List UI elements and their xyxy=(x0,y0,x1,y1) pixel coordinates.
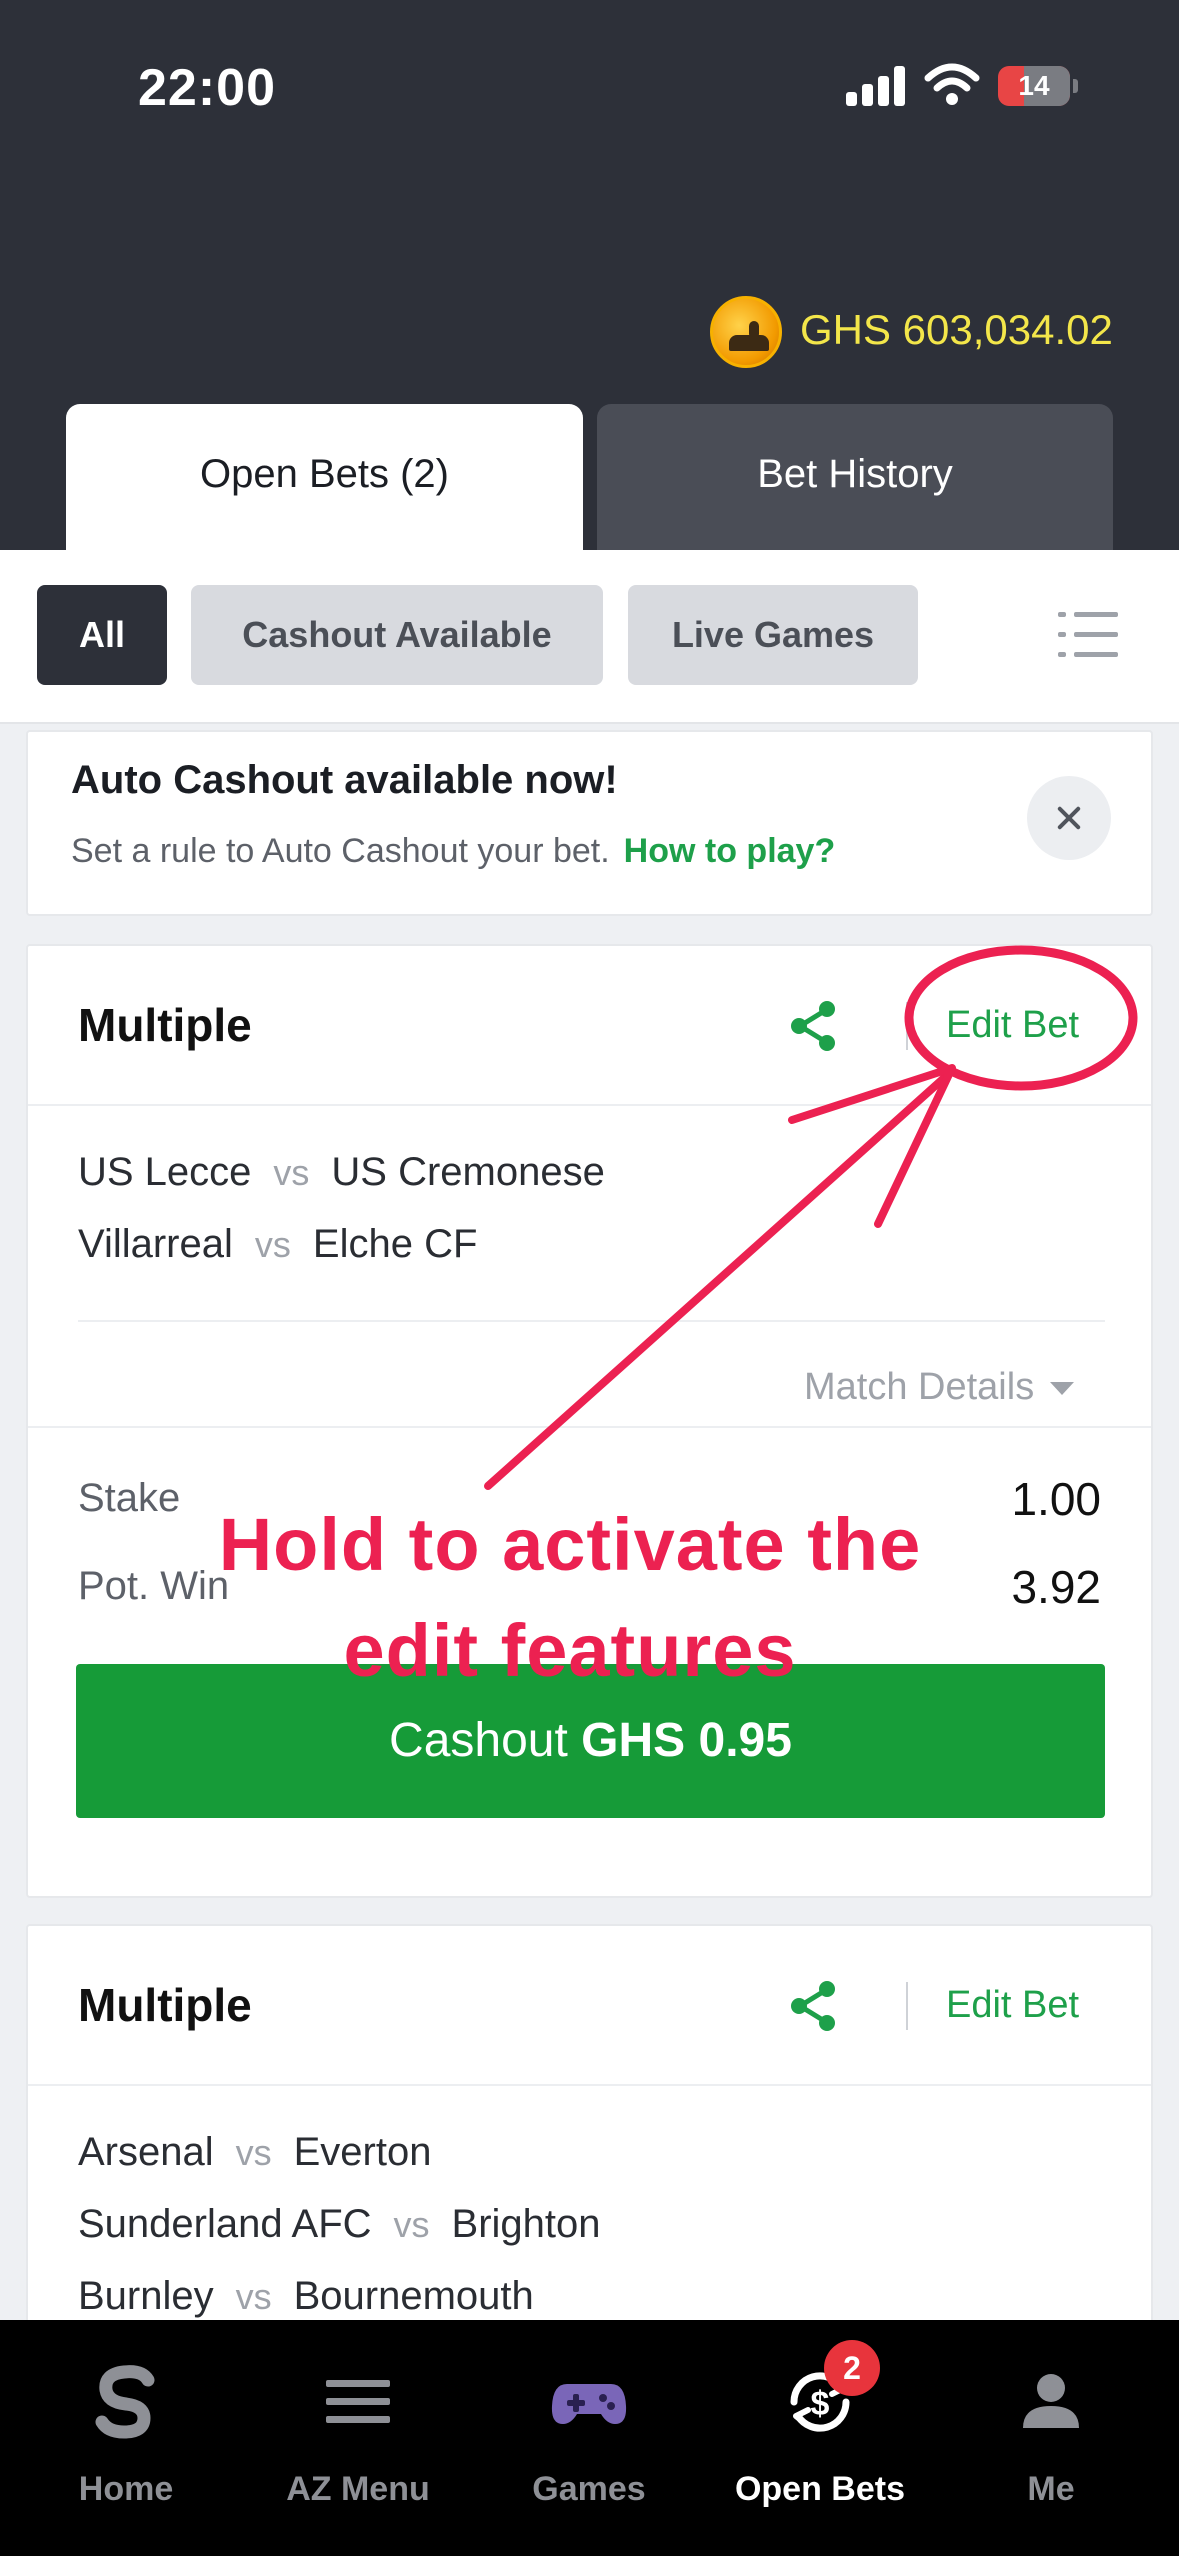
divider xyxy=(906,1002,908,1050)
header: 22:00 14 GHS 603,034.02 Open Bets (2) Be… xyxy=(0,0,1179,550)
tab-bet-history[interactable]: Bet History xyxy=(597,404,1113,550)
gamepad-icon xyxy=(551,2384,627,2424)
battery-level: 14 xyxy=(1018,70,1050,101)
bet-type: Multiple xyxy=(78,999,252,1051)
filter-bar: All Cashout Available Live Games xyxy=(0,550,1179,724)
home-team: Sunderland AFC xyxy=(78,2202,372,2246)
home-team: Arsenal xyxy=(78,2130,214,2174)
match-details-toggle[interactable]: Match Details xyxy=(804,1366,1075,1409)
bet-type: Multiple xyxy=(78,1979,252,2031)
wifi-icon xyxy=(924,63,980,105)
vs-label: vs xyxy=(254,1224,291,1265)
away-team: Everton xyxy=(293,2130,432,2174)
share-icon[interactable] xyxy=(786,1978,842,2034)
nav-open-bets-label: Open Bets xyxy=(734,2470,906,2508)
match-row: Villarreal vs Elche CF xyxy=(78,1222,477,1267)
annotation-text: Hold to activate the edit features xyxy=(120,1492,1020,1704)
auto-cashout-banner: Auto Cashout available now! Set a rule t… xyxy=(26,730,1153,916)
nav-open-bets[interactable]: $ 2 Open Bets xyxy=(702,2320,938,2556)
vs-label: vs xyxy=(235,2132,272,2173)
nav-az-menu-label: AZ Menu xyxy=(286,2470,430,2508)
user-icon xyxy=(1023,2374,1079,2428)
bottom-navigation: Home AZ Menu Games $ 2 Open Bets Me xyxy=(0,2320,1179,2556)
tab-open-bets[interactable]: Open Bets (2) xyxy=(66,404,583,550)
vs-label: vs xyxy=(273,1152,310,1193)
filter-live-games[interactable]: Live Games xyxy=(628,585,918,685)
balance-coin-icon xyxy=(710,296,782,368)
how-to-play-link[interactable]: How to play? xyxy=(624,832,836,870)
nav-games[interactable]: Games xyxy=(471,2320,707,2556)
svg-text:$: $ xyxy=(811,2385,830,2423)
account-balance: GHS 603,034.02 xyxy=(800,306,1113,353)
vs-label: vs xyxy=(235,2276,272,2317)
home-team: Burnley xyxy=(78,2274,214,2318)
match-row: US Lecce vs US Cremonese xyxy=(78,1150,605,1195)
caret-down-icon xyxy=(1050,1382,1075,1396)
banner-description: Set a rule to Auto Cashout your bet. xyxy=(71,832,610,870)
close-icon[interactable] xyxy=(1027,776,1111,860)
away-team: Brighton xyxy=(451,2202,601,2246)
bet-card[interactable]: Multiple Edit Bet US Lecce vs US Cremonese… xyxy=(26,944,1153,1898)
home-team: US Lecce xyxy=(78,1150,252,1194)
edit-bet-button[interactable]: Edit Bet xyxy=(946,1984,1079,2027)
filter-cashout-available[interactable]: Cashout Available xyxy=(191,585,603,685)
away-team: Elche CF xyxy=(312,1222,478,1266)
home-team: Villarreal xyxy=(78,1222,233,1266)
open-bets-badge: 2 xyxy=(824,2340,880,2396)
banner-text: Set a rule to Auto Cashout your bet. How … xyxy=(71,832,835,871)
annotation-line-1: Hold to activate the xyxy=(218,1503,922,1586)
cashout-amount: GHS 0.95 xyxy=(581,1714,792,1767)
bet-card-header: Multiple Edit Bet xyxy=(28,1926,1151,2086)
sporty-logo-icon xyxy=(95,2365,155,2439)
match-details-label: Match Details xyxy=(804,1366,1035,1408)
annotation-line-2: edit features xyxy=(343,1609,797,1692)
status-time: 22:00 xyxy=(138,59,276,117)
edit-bet-button[interactable]: Edit Bet xyxy=(946,1004,1079,1047)
list-view-icon[interactable] xyxy=(1058,612,1118,658)
separator xyxy=(28,1426,1151,1428)
battery-icon: 14 xyxy=(998,66,1078,106)
share-icon[interactable] xyxy=(786,998,842,1054)
nav-me[interactable]: Me xyxy=(933,2320,1169,2556)
away-team: Bournemouth xyxy=(293,2274,534,2318)
stake-value: 1.00 xyxy=(1011,1473,1101,1525)
separator xyxy=(78,1320,1105,1322)
filter-all[interactable]: All xyxy=(37,585,167,685)
nav-me-label: Me xyxy=(1027,2470,1075,2508)
divider xyxy=(906,1982,908,2030)
nav-home-label: Home xyxy=(78,2470,174,2508)
match-row: Burnley vs Bournemouth xyxy=(78,2274,534,2319)
banner-title: Auto Cashout available now! xyxy=(71,758,618,802)
cashout-label: Cashout xyxy=(389,1714,568,1767)
nav-games-label: Games xyxy=(532,2470,646,2508)
match-row: Sunderland AFC vs Brighton xyxy=(78,2202,601,2247)
match-row: Arsenal vs Everton xyxy=(78,2130,431,2175)
vs-label: vs xyxy=(393,2204,430,2245)
cellular-signal-icon xyxy=(846,66,906,106)
nav-home[interactable]: Home xyxy=(8,2320,244,2556)
pot-win-value: 3.92 xyxy=(1011,1561,1101,1613)
bet-card-header: Multiple Edit Bet xyxy=(28,946,1151,1106)
away-team: US Cremonese xyxy=(331,1150,605,1194)
menu-icon xyxy=(326,2380,390,2423)
nav-az-menu[interactable]: AZ Menu xyxy=(240,2320,476,2556)
